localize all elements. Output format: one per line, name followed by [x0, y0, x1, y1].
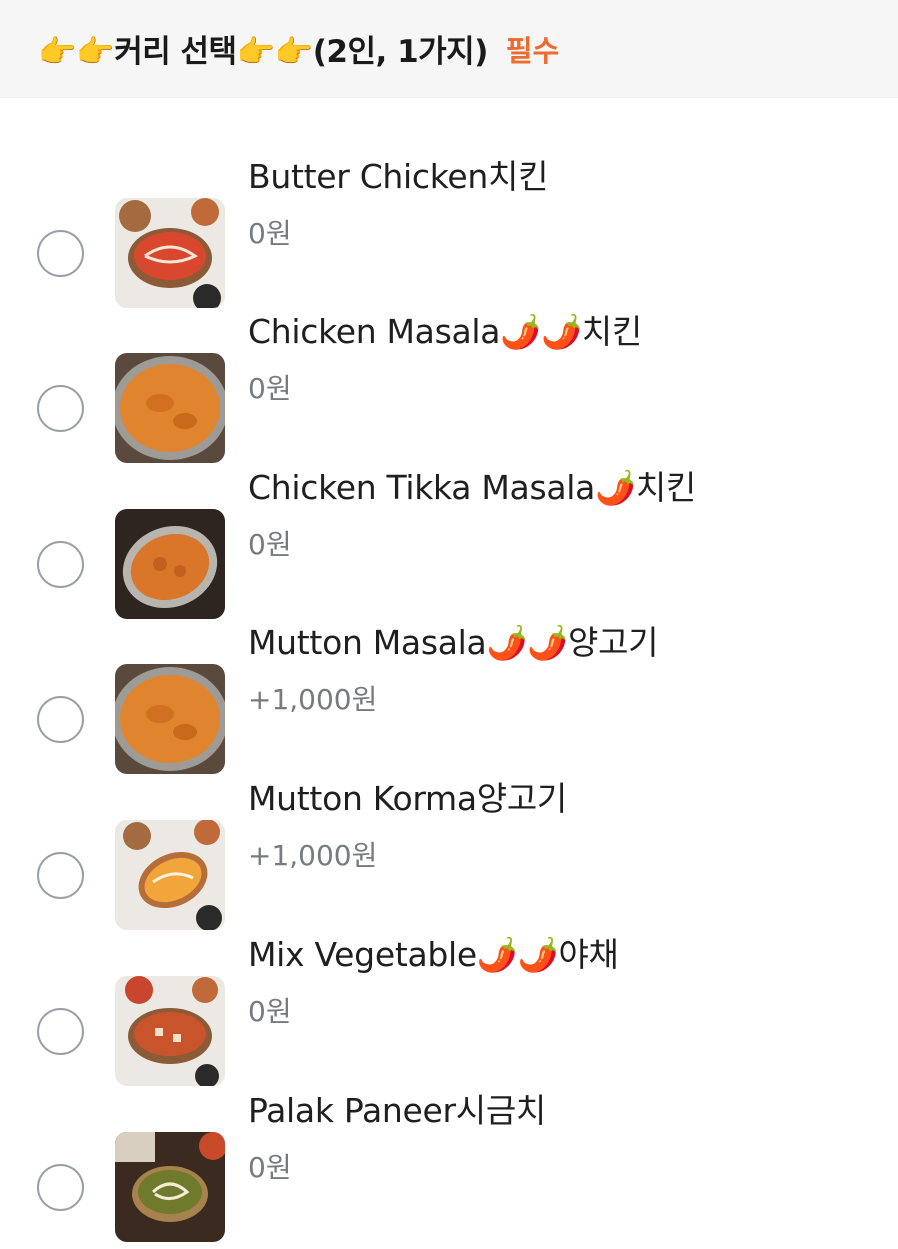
option-item-mutton-korma[interactable]: Mutton Korma양고기 +1,000원: [0, 770, 898, 930]
option-group-header: 👉👉커리 선택👉👉(2인, 1가지) 필수: [0, 0, 898, 98]
radio-button[interactable]: [37, 696, 84, 743]
option-name: Mutton Korma양고기: [248, 779, 567, 818]
option-name: Mix Vegetable🌶️🌶️야채: [248, 935, 619, 974]
option-price: +1,000원: [248, 839, 378, 872]
option-group-title: 👉👉커리 선택👉👉(2인, 1가지): [38, 34, 488, 70]
required-badge: 필수: [505, 33, 560, 68]
mutton-masala-image: [115, 664, 225, 774]
chicken-tikka-masala-image: [115, 509, 225, 619]
option-price: 0원: [248, 1151, 292, 1184]
option-name: Butter Chicken치킨: [248, 157, 549, 196]
option-item-partial[interactable]: [0, 1238, 898, 1249]
option-price: 0원: [248, 528, 292, 561]
option-name: Mutton Masala🌶️🌶️양고기: [248, 623, 659, 662]
mutton-korma-image: [115, 820, 225, 930]
option-item-mix-vegetable[interactable]: Mix Vegetable🌶️🌶️야채 0원: [0, 926, 898, 1086]
option-price: +1,000원: [248, 683, 378, 716]
option-name: Chicken Masala🌶️🌶️치킨: [248, 312, 642, 351]
radio-button[interactable]: [37, 385, 84, 432]
option-name: Chicken Tikka Masala🌶️치킨: [248, 468, 696, 507]
option-price: 0원: [248, 217, 292, 250]
option-item-chicken-tikka-masala[interactable]: Chicken Tikka Masala🌶️치킨 0원: [0, 459, 898, 619]
option-price: 0원: [248, 995, 292, 1028]
radio-button[interactable]: [37, 1164, 84, 1211]
mix-vegetable-image: [115, 976, 225, 1086]
radio-button[interactable]: [37, 852, 84, 899]
option-item-chicken-masala[interactable]: Chicken Masala🌶️🌶️치킨 0원: [0, 303, 898, 463]
palak-paneer-image: [115, 1132, 225, 1242]
option-item-mutton-masala[interactable]: Mutton Masala🌶️🌶️양고기 +1,000원: [0, 614, 898, 774]
chicken-masala-image: [115, 353, 225, 463]
option-item-palak-paneer[interactable]: Palak Paneer시금치 0원: [0, 1082, 898, 1242]
radio-button[interactable]: [37, 541, 84, 588]
option-price: 0원: [248, 372, 292, 405]
radio-button[interactable]: [37, 1008, 84, 1055]
option-name: Palak Paneer시금치: [248, 1091, 546, 1130]
option-item-butter-chicken[interactable]: Butter Chicken치킨 0원: [0, 148, 898, 308]
radio-button[interactable]: [37, 230, 84, 277]
butter-chicken-image: [115, 198, 225, 308]
